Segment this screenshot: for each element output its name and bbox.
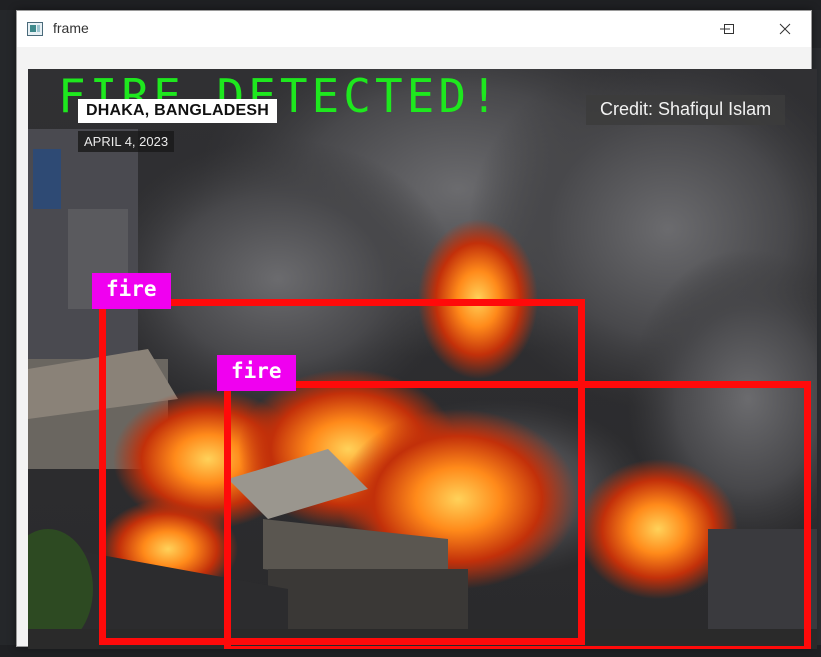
detection-label-2: fire bbox=[217, 355, 296, 391]
maximize-button[interactable] bbox=[701, 11, 757, 47]
maximize-icon bbox=[723, 23, 735, 35]
location-caption: DHAKA, BANGLADESH bbox=[78, 99, 277, 123]
background-editor-top bbox=[0, 0, 821, 10]
close-button[interactable] bbox=[757, 11, 813, 47]
detection-box-2 bbox=[224, 381, 811, 649]
frame-window: frame FIRE DETECTED! DHAKA, BANGLADESH A… bbox=[16, 10, 817, 649]
close-icon bbox=[779, 23, 791, 35]
window-title: frame bbox=[53, 20, 89, 36]
video-frame: FIRE DETECTED! DHAKA, BANGLADESH APRIL 4… bbox=[28, 69, 817, 649]
date-caption: APRIL 4, 2023 bbox=[78, 131, 175, 152]
photo-credit: Credit: Shafiqul Islam bbox=[586, 95, 786, 125]
window-titlebar[interactable]: frame bbox=[17, 11, 811, 47]
frame-app-icon bbox=[27, 21, 43, 36]
detection-label-1: fire bbox=[92, 273, 171, 309]
